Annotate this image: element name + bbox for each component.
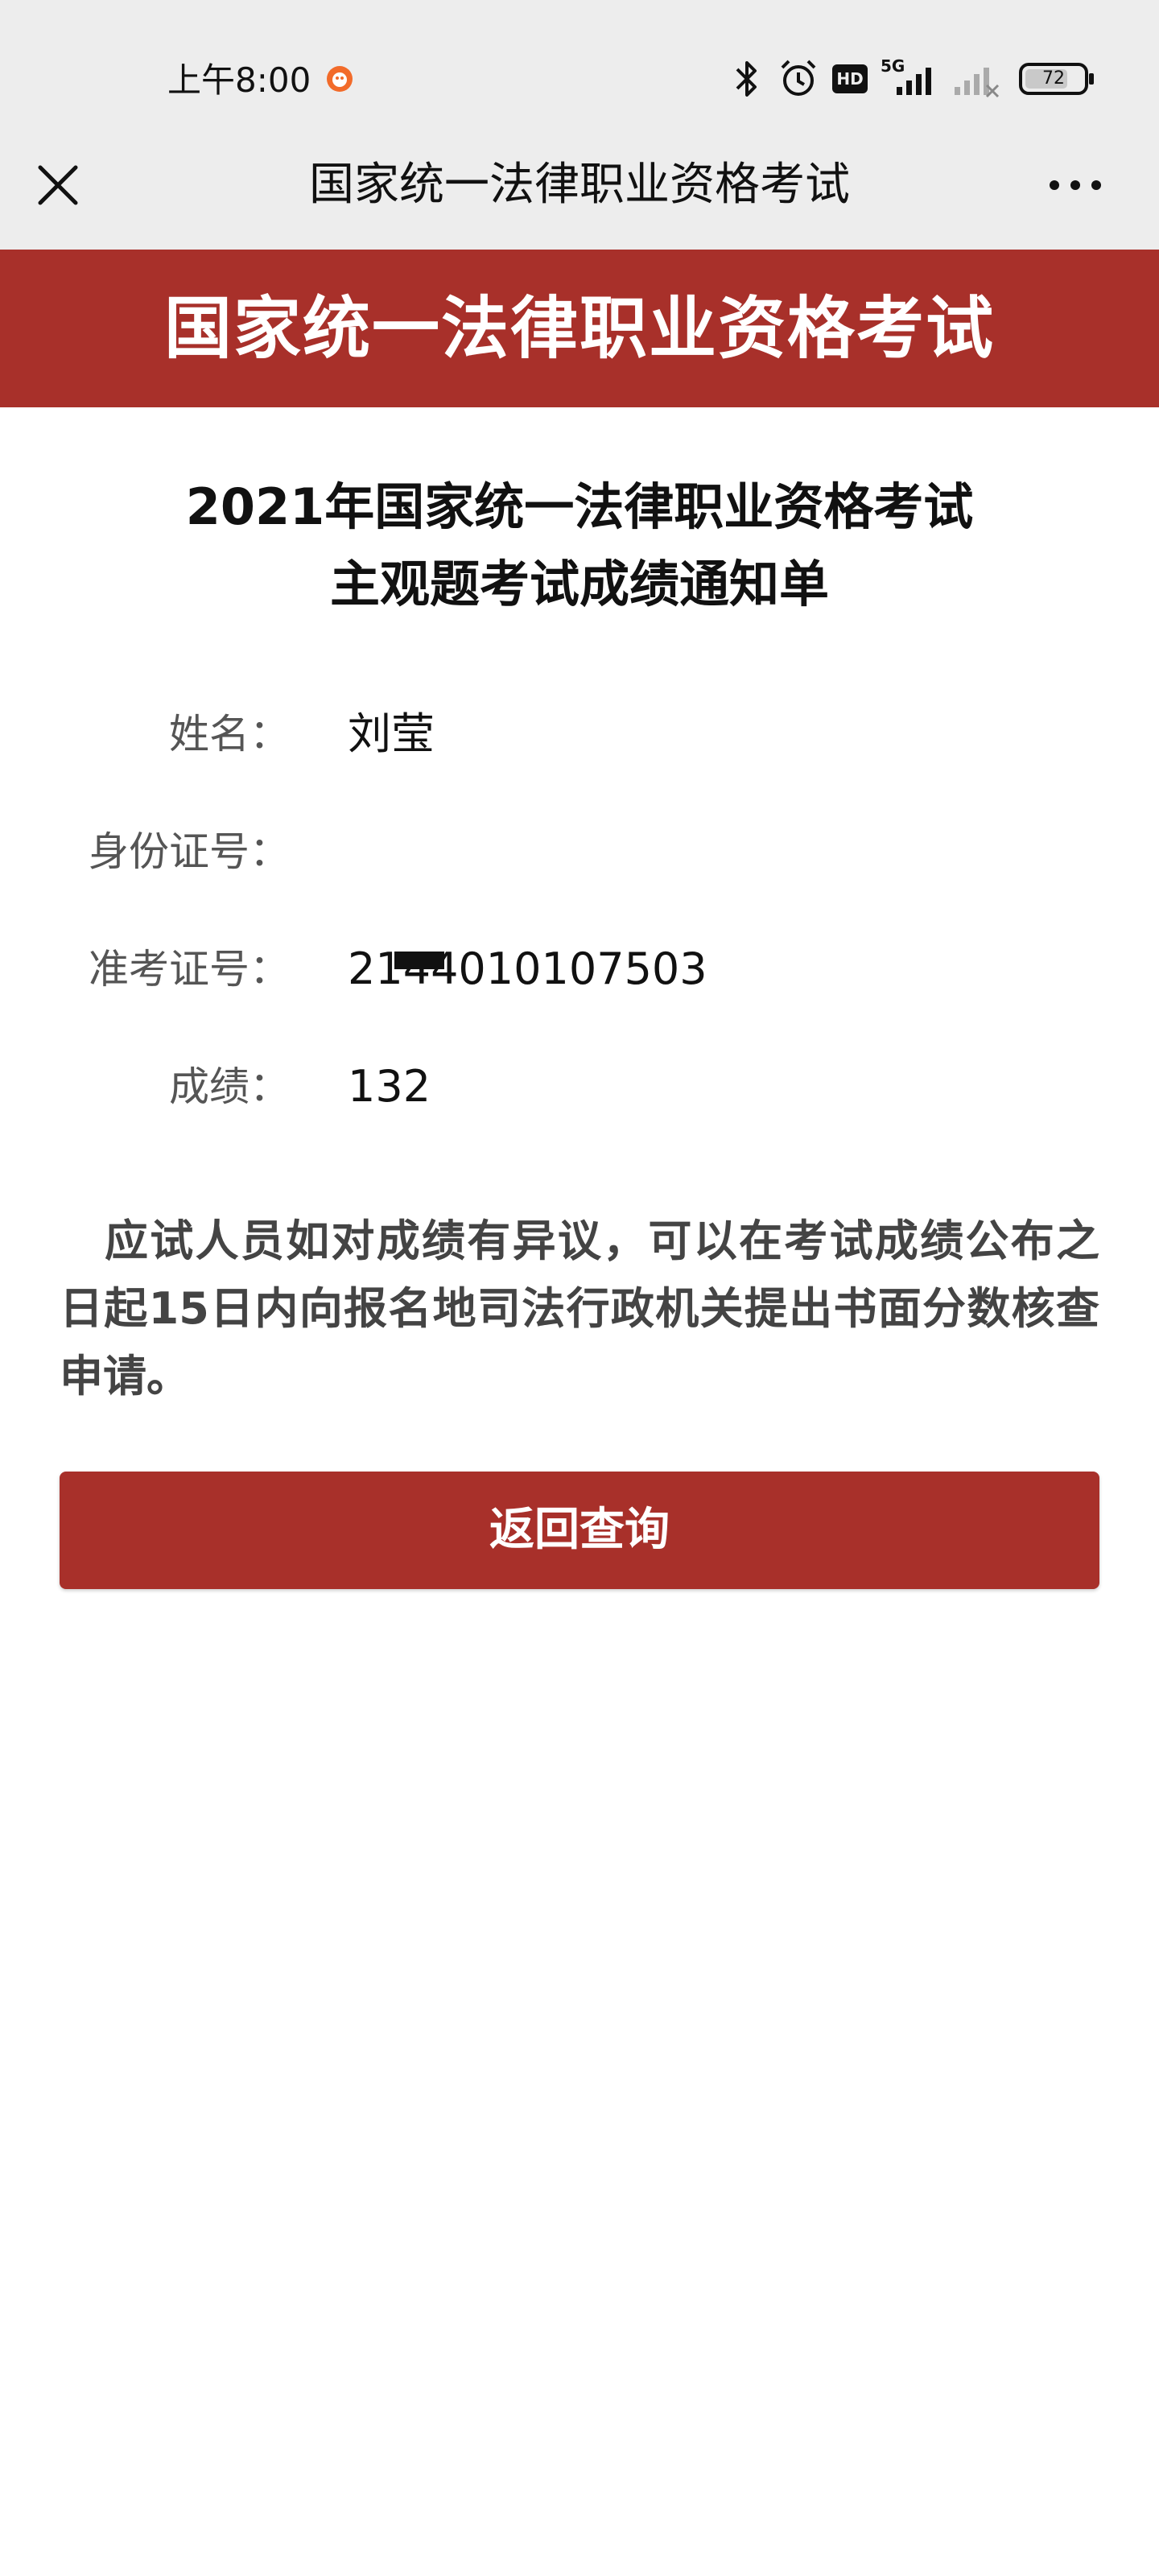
- battery-level: 72: [1021, 64, 1087, 93]
- page-title-line-1: 2021年国家统一法律职业资格考试: [185, 477, 974, 536]
- more-options-icon[interactable]: [1043, 159, 1107, 211]
- status-icons: HD 5G 72: [732, 56, 1103, 105]
- info-row-admission-number: 准考证号： 2144010107503: [0, 929, 1159, 1009]
- info-row-score: 成绩： 132: [0, 1046, 1159, 1127]
- score-dispute-notice: 应试人员如对成绩有异议，可以在考试成绩公布之日起15日内向报名地司法行政机关提出…: [60, 1216, 1099, 1402]
- info-row-name: 姓名： 刘莹: [0, 694, 1159, 774]
- info-row-id-number: 身份证号：: [0, 811, 1159, 892]
- status-time: 上午8:00: [167, 60, 311, 100]
- signal-strength-icon: [897, 68, 931, 95]
- page-title: 2021年国家统一法律职业资格考试 主观题考试成绩通知单: [80, 469, 1079, 623]
- hd-badge: HD: [832, 64, 868, 93]
- hd-label: HD: [836, 69, 864, 89]
- signal-sim2-icon: [955, 68, 1000, 98]
- name-value: 刘莹: [348, 708, 435, 759]
- return-query-button[interactable]: 返回查询: [60, 1472, 1099, 1589]
- admission-number-label: 准考证号：: [89, 946, 290, 993]
- alarm-icon: [781, 60, 816, 96]
- id-number-label: 身份证号：: [89, 828, 290, 875]
- score-label: 成绩：: [169, 1063, 290, 1110]
- status-bar: 上午8:00 HD 5G 72: [0, 0, 1159, 158]
- bluetooth-icon: [736, 61, 757, 97]
- banner-title: 国家统一法律职业资格考试: [163, 289, 995, 368]
- nav-bar: 国家统一法律职业资格考试: [0, 137, 1159, 250]
- battery-text: 72: [1042, 68, 1065, 89]
- admission-number-value: 2144010107503: [348, 943, 707, 994]
- redaction-mark: [394, 952, 444, 969]
- score-value: 132: [348, 1061, 431, 1112]
- page-title-line-2: 主观题考试成绩通知单: [329, 555, 829, 613]
- close-icon[interactable]: [32, 159, 84, 211]
- header-banner: 国家统一法律职业资格考试: [0, 250, 1159, 407]
- app-notification-icon: [327, 66, 353, 92]
- nav-title: 国家统一法律职业资格考试: [309, 159, 850, 211]
- name-label: 姓名：: [169, 711, 290, 758]
